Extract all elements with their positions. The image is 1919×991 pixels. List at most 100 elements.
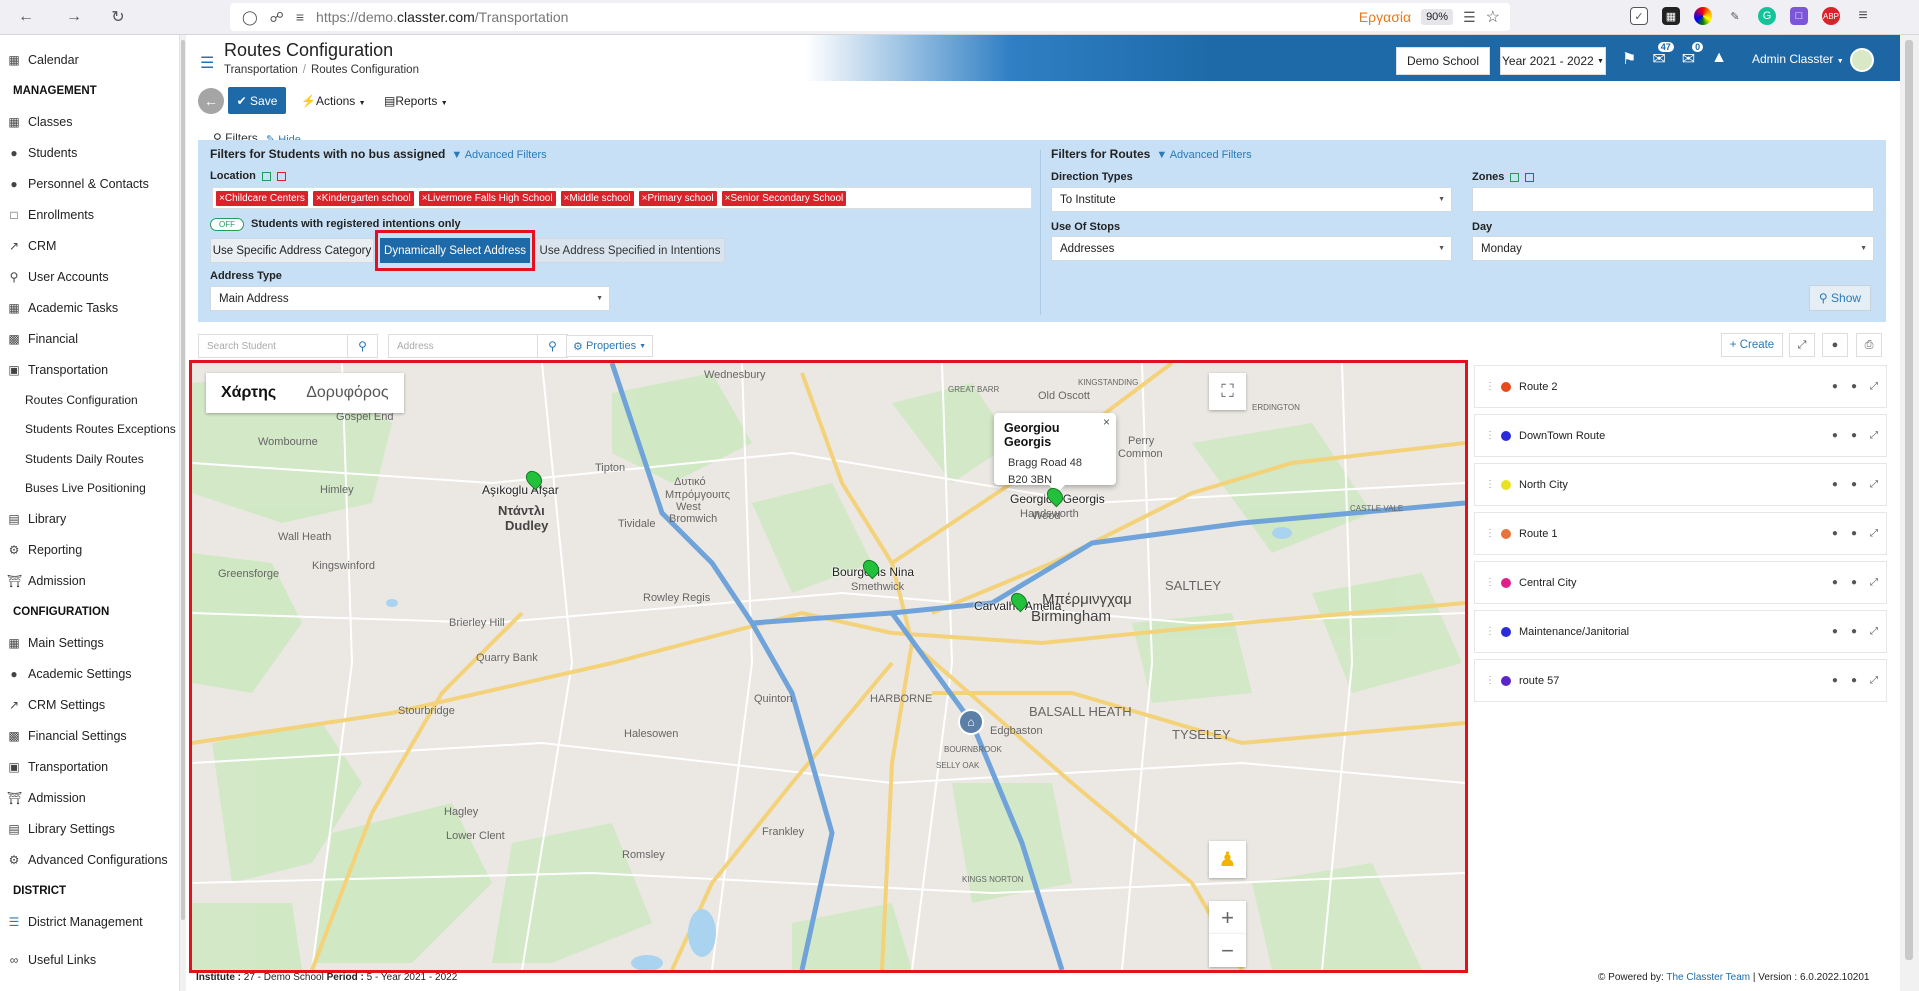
day-select[interactable]: Monday ▼: [1472, 236, 1874, 261]
fullscreen-icon[interactable]: ⛶: [1209, 373, 1246, 410]
sidebar-item-reporting[interactable]: ⚙ Reporting: [0, 534, 179, 565]
location-tag[interactable]: ×Kindergarten school: [312, 190, 414, 206]
search-student-button[interactable]: ⚲: [348, 334, 378, 358]
route-item[interactable]: ⋮ North City ● ● ⤢: [1474, 463, 1887, 506]
sidebar-item-main-settings[interactable]: ▦ Main Settings: [0, 627, 179, 658]
map-canvas[interactable]: [192, 363, 1465, 970]
properties-dropdown[interactable]: ⚙ Properties ▼: [566, 335, 654, 357]
search-student-input[interactable]: Search Student: [198, 334, 348, 358]
mail-icon[interactable]: ✉ 0: [1682, 42, 1704, 69]
create-route-button[interactable]: + Create: [1721, 333, 1783, 357]
sidebar-item-user-accounts[interactable]: ⚲ User Accounts: [0, 261, 179, 292]
drag-handle-icon[interactable]: ⋮: [1485, 675, 1495, 686]
user-menu[interactable]: Admin Classter ▼: [1752, 52, 1844, 66]
sidebar-item-district-management[interactable]: ☰ District Management: [0, 906, 179, 937]
hamburger-menu-icon[interactable]: ☰: [200, 53, 214, 73]
adblock-icon[interactable]: ABP: [1822, 7, 1840, 25]
address-type-select[interactable]: Main Address ▼: [210, 286, 610, 311]
page-scrollbar-thumb[interactable]: [1905, 40, 1913, 960]
add-user-icon[interactable]: ●: [1832, 626, 1838, 637]
back-arrow-icon[interactable]: ←: [12, 3, 40, 31]
sidebar-item-personnel[interactable]: ● Personnel & Contacts: [0, 168, 179, 199]
drag-handle-icon[interactable]: ⋮: [1485, 577, 1495, 588]
add-user-icon[interactable]: ●: [1832, 430, 1838, 441]
messages-icon[interactable]: ✉ 47: [1652, 42, 1674, 69]
grammarly-icon[interactable]: G: [1758, 7, 1776, 25]
add-user-icon[interactable]: ●: [1832, 528, 1838, 539]
breadcrumb-item[interactable]: Transportation: [224, 64, 298, 76]
zoom-out-button[interactable]: −: [1209, 934, 1246, 967]
expand-icon[interactable]: ⤢: [1870, 626, 1878, 637]
drag-handle-icon[interactable]: ⋮: [1485, 381, 1495, 392]
location-tag[interactable]: ×Senior Secondary School: [721, 190, 847, 206]
sidebar-item-financial[interactable]: ▩ Financial: [0, 323, 179, 354]
container-label[interactable]: Εργασία: [1359, 9, 1411, 25]
map-type-satellite-button[interactable]: Δορυφόρος: [291, 373, 403, 413]
sidebar-item-calendar[interactable]: ▦ Calendar: [0, 44, 179, 75]
route-item[interactable]: ⋮ Route 2 ● ● ⤢: [1474, 365, 1887, 408]
address-input[interactable]: Address: [388, 334, 538, 358]
route-item[interactable]: ⋮ Route 1 ● ● ⤢: [1474, 512, 1887, 555]
select-all-check-icon[interactable]: [1510, 172, 1520, 182]
back-button[interactable]: ←: [198, 88, 224, 114]
expand-icon[interactable]: ⤢: [1870, 479, 1878, 490]
sidebar-item-library[interactable]: ▤ Library: [0, 503, 179, 534]
reload-icon[interactable]: ↻: [104, 3, 132, 31]
save-button[interactable]: ✔ Save: [228, 87, 286, 114]
classter-team-link[interactable]: The Classter Team: [1666, 972, 1750, 983]
clear-all-check-icon[interactable]: [276, 171, 286, 181]
sidebar-item-students[interactable]: ● Students: [0, 137, 179, 168]
add-user-icon[interactable]: ●: [1832, 381, 1838, 392]
bookmark-star-icon[interactable]: ☆: [1486, 7, 1500, 27]
select-all-check-icon[interactable]: [261, 171, 271, 181]
clear-all-check-icon[interactable]: [1525, 172, 1535, 182]
sidebar-item-financial-settings[interactable]: ▩ Financial Settings: [0, 720, 179, 751]
location-tag[interactable]: ×Livermore Falls High School: [418, 190, 556, 206]
flag-icon[interactable]: ⚑: [1622, 49, 1636, 69]
graduation-cap-icon[interactable]: ▲: [1711, 49, 1727, 69]
advanced-filters-link[interactable]: ▼ Advanced Filters: [1156, 149, 1251, 161]
sidebar-item-admission[interactable]: ⛩ Admission: [0, 565, 179, 596]
expand-icon[interactable]: ⤢: [1870, 430, 1878, 441]
users-icon[interactable]: ●: [1851, 577, 1857, 588]
users-icon[interactable]: ●: [1851, 626, 1857, 637]
add-user-icon[interactable]: ●: [1832, 479, 1838, 490]
route-item[interactable]: ⋮ DownTown Route ● ● ⤢: [1474, 414, 1887, 457]
street-view-pegman-icon[interactable]: ♟: [1209, 841, 1246, 878]
zoom-in-button[interactable]: +: [1209, 901, 1246, 934]
users-icon[interactable]: ●: [1851, 381, 1857, 392]
map-type-map-button[interactable]: Χάρτης: [206, 373, 291, 413]
use-intentions-address-button[interactable]: Use Address Specified in Intentions: [535, 238, 725, 263]
reader-icon[interactable]: ☰: [1463, 9, 1476, 26]
drag-handle-icon[interactable]: ⋮: [1485, 528, 1495, 539]
address-bar[interactable]: ◯ ☍ ≡ https://demo.classter.com/Transpor…: [230, 3, 1510, 31]
avatar[interactable]: [1850, 48, 1874, 72]
users-icon[interactable]: ●: [1822, 333, 1848, 357]
use-of-stops-select[interactable]: Addresses ▼: [1051, 236, 1452, 261]
users-icon[interactable]: ●: [1851, 528, 1857, 539]
sidebar-item-advanced-configurations[interactable]: ⚙ Advanced Configurations: [0, 844, 179, 875]
zones-select[interactable]: [1472, 187, 1874, 212]
users-icon[interactable]: ●: [1851, 479, 1857, 490]
extension-icon[interactable]: □: [1790, 7, 1808, 25]
color-wheel-icon[interactable]: [1694, 7, 1712, 25]
location-tag[interactable]: ×Primary school: [638, 190, 717, 206]
location-tag[interactable]: ×Middle school: [560, 190, 634, 206]
print-icon[interactable]: ⎙: [1856, 333, 1882, 357]
sidebar-item-academic-tasks[interactable]: ▦ Academic Tasks: [0, 292, 179, 323]
use-specific-address-button[interactable]: Use Specific Address Category: [210, 238, 374, 263]
pocket-icon[interactable]: ✓: [1630, 7, 1648, 25]
direction-types-select[interactable]: To Institute ▼: [1051, 187, 1452, 212]
sidebar-item-admission-settings[interactable]: ⛩ Admission: [0, 782, 179, 813]
sidebar-subitem-students-routes-exceptions[interactable]: Students Routes Exceptions: [0, 415, 179, 445]
expand-icon[interactable]: ⤢: [1870, 528, 1878, 539]
sidebar-subitem-students-daily-routes[interactable]: Students Daily Routes: [0, 444, 179, 474]
eyedropper-icon[interactable]: ✎: [1726, 7, 1744, 25]
add-user-icon[interactable]: ●: [1832, 577, 1838, 588]
sidebar-item-useful-links[interactable]: ∞ Useful Links: [0, 944, 179, 975]
sidebar-item-classes[interactable]: ▦ Classes: [0, 106, 179, 137]
drag-handle-icon[interactable]: ⋮: [1485, 430, 1495, 441]
sidebar-scrollbar-thumb[interactable]: [181, 40, 185, 920]
expand-icon[interactable]: ⤢: [1870, 577, 1878, 588]
expand-icon[interactable]: ⤢: [1870, 675, 1878, 686]
